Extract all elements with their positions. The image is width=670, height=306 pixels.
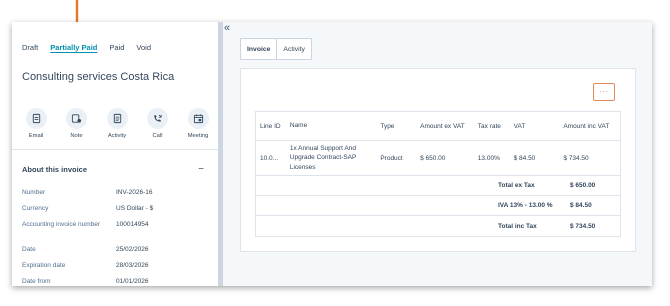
call-action-label: Call bbox=[152, 133, 163, 139]
total-label: Total ex Tax bbox=[498, 182, 535, 189]
call-icon bbox=[147, 108, 168, 129]
invoice-card: ··· Line ID Name Type Amount ex VAT Tax … bbox=[240, 68, 636, 252]
email-action-label: Email bbox=[28, 133, 44, 139]
amount-inc-vat-cell: $ 734.50 bbox=[563, 154, 589, 162]
record-title: Consulting services Costa Rica bbox=[22, 71, 175, 83]
call-action-button[interactable]: Call bbox=[140, 108, 176, 139]
line-type-cell: Product bbox=[380, 154, 403, 162]
property-date: Date 25/02/2026 bbox=[22, 246, 212, 262]
table-header-row: Line ID Name Type Amount ex VAT Tax rate… bbox=[256, 112, 620, 141]
record-sidebar: Draft Partially Paid Paid Void Consultin… bbox=[12, 22, 218, 286]
property-label: Expiration date bbox=[22, 262, 66, 269]
vat-cell: $ 84.50 bbox=[513, 154, 536, 162]
property-value[interactable]: 28/03/2026 bbox=[116, 262, 149, 278]
column-header: Line ID bbox=[260, 122, 281, 130]
action-bar: Email Note Activity Call Meeting bbox=[18, 108, 216, 139]
activity-action-button[interactable]: Activity bbox=[99, 108, 135, 139]
tab-activity[interactable]: Activity bbox=[276, 38, 312, 60]
invoice-record-window: Draft Partially Paid Paid Void Consultin… bbox=[12, 22, 652, 286]
column-header: VAT bbox=[513, 122, 526, 130]
status-draft[interactable]: Draft bbox=[22, 43, 38, 52]
column-header: Amount ex VAT bbox=[420, 122, 465, 130]
status-partially-paid[interactable]: Partially Paid bbox=[50, 43, 97, 52]
property-value[interactable]: 100014954 bbox=[116, 221, 149, 246]
email-icon bbox=[25, 108, 47, 129]
property-label: Date bbox=[22, 246, 36, 253]
column-header: Tax rate bbox=[477, 122, 501, 130]
tax-rate-cell: 13.00% bbox=[477, 154, 500, 162]
invoice-properties: Number INV-2026-16 Currency US Dollar - … bbox=[22, 189, 212, 286]
record-tabs: Invoice Activity bbox=[240, 38, 312, 60]
property-expiration-date: Expiration date 28/03/2026 bbox=[22, 262, 212, 278]
property-number: Number INV-2026-16 bbox=[22, 189, 212, 205]
total-label: Total inc Tax bbox=[498, 222, 537, 230]
line-id-cell: 10.0... bbox=[260, 154, 279, 162]
email-action-button[interactable]: Email bbox=[18, 108, 54, 139]
property-date-from: Date from 01/01/2026 bbox=[22, 278, 212, 286]
property-value[interactable]: 25/02/2026 bbox=[116, 246, 149, 262]
column-header: Amount inc VAT bbox=[563, 122, 610, 130]
total-ex-tax-row: Total ex Tax $ 650.00 bbox=[256, 176, 620, 196]
collapse-section-icon[interactable]: − bbox=[198, 164, 204, 174]
line-name-cell: 1x Annual Support And Upgrade Contract-S… bbox=[289, 144, 357, 171]
meeting-action-label: Meeting bbox=[187, 133, 209, 139]
column-header: Name bbox=[289, 122, 308, 130]
total-label: IVA 13% - 13.00 % bbox=[498, 202, 553, 209]
status-paid[interactable]: Paid bbox=[109, 43, 124, 52]
activity-action-label: Activity bbox=[107, 133, 127, 139]
amount-ex-vat-cell: $ 650.00 bbox=[420, 154, 446, 162]
property-label: Date from bbox=[22, 278, 51, 285]
total-value: $ 734.50 bbox=[570, 222, 596, 230]
more-options-button[interactable]: ··· bbox=[593, 83, 615, 101]
about-section-title: About this invoice bbox=[22, 165, 88, 174]
status-void[interactable]: Void bbox=[136, 43, 151, 52]
total-inc-tax-row: Total inc Tax $ 734.50 bbox=[256, 216, 620, 236]
meeting-action-button[interactable]: Meeting bbox=[180, 108, 216, 139]
property-value[interactable]: INV-2026-16 bbox=[116, 189, 153, 205]
property-currency: Currency US Dollar - $ bbox=[22, 205, 212, 221]
tab-invoice[interactable]: Invoice bbox=[240, 38, 278, 60]
property-label: Currency bbox=[22, 205, 49, 212]
meeting-icon bbox=[187, 108, 209, 129]
panel-divider[interactable] bbox=[218, 22, 223, 286]
note-action-label: Note bbox=[70, 133, 83, 139]
activity-icon bbox=[106, 108, 128, 129]
column-header: Type bbox=[380, 122, 395, 130]
collapse-sidebar-icon[interactable]: « bbox=[224, 22, 230, 34]
total-value: $ 650.00 bbox=[570, 182, 596, 189]
vat-total-row: IVA 13% - 13.00 % $ 84.50 bbox=[256, 196, 620, 216]
divider bbox=[12, 149, 218, 150]
about-section-header[interactable]: About this invoice − bbox=[22, 164, 204, 174]
property-label: Number bbox=[22, 189, 46, 196]
property-value[interactable]: 01/01/2026 bbox=[116, 278, 149, 286]
property-label: Accounting invoice number bbox=[22, 221, 101, 228]
property-value[interactable]: US Dollar - $ bbox=[116, 205, 153, 221]
line-items-table: Line ID Name Type Amount ex VAT Tax rate… bbox=[255, 111, 621, 237]
total-value: $ 84.50 bbox=[570, 202, 592, 209]
status-pipeline: Draft Partially Paid Paid Void bbox=[22, 43, 163, 52]
note-icon bbox=[66, 108, 87, 129]
note-action-button[interactable]: Note bbox=[59, 108, 95, 139]
property-accounting-invoice-number: Accounting invoice number 100014954 bbox=[22, 221, 212, 246]
table-row[interactable]: 10.0... 1x Annual Support And Upgrade Co… bbox=[256, 141, 620, 176]
